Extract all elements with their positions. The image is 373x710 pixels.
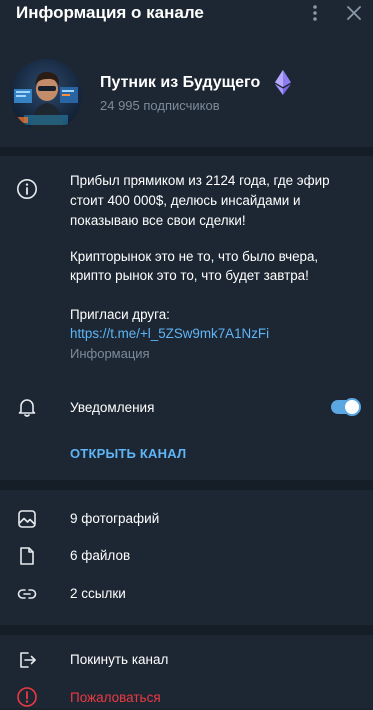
more-button[interactable] xyxy=(302,0,328,26)
report-button[interactable]: Пожаловаться xyxy=(70,689,161,707)
info-caption: Информация xyxy=(70,346,150,361)
report-icon xyxy=(17,687,37,707)
info-icon xyxy=(17,179,37,199)
description-line: крипто рынок это то, что будет завтра! xyxy=(70,268,309,283)
file-icon xyxy=(20,547,34,565)
leave-icon-wrap xyxy=(14,647,40,673)
invite-link[interactable]: https://t.me/+l_5ZSw9mk7A1NzFi xyxy=(70,324,360,344)
page-title: Информация о канале xyxy=(16,3,204,22)
invite-label: Пригласи друга: xyxy=(70,307,170,322)
description-line: Крипторынок это не то, что было вчера, xyxy=(70,249,319,264)
media-photos[interactable]: 9 фотографий xyxy=(70,510,159,528)
media-files[interactable]: 6 файлов xyxy=(70,547,130,565)
media-panel xyxy=(0,490,373,625)
photos-icon-wrap xyxy=(14,506,40,532)
leave-icon xyxy=(20,652,36,668)
description-line: показываю все свои сделки! xyxy=(70,213,246,228)
leave-channel-button[interactable]: Покинуть канал xyxy=(70,651,168,669)
link-icon xyxy=(17,589,37,599)
separator xyxy=(0,480,373,490)
channel-name: Путник из Будущего xyxy=(100,74,261,91)
separator xyxy=(0,147,373,156)
notifications-label: Уведомления xyxy=(70,400,155,415)
photo-icon xyxy=(18,510,36,528)
media-links[interactable]: 2 ссылки xyxy=(70,585,126,603)
description-line: стоит 400 000$, делюсь инсайдами и xyxy=(70,193,301,208)
close-button[interactable] xyxy=(341,0,367,26)
notifications-toggle[interactable] xyxy=(331,398,361,416)
report-icon-wrap xyxy=(14,684,40,710)
notifications-icon-wrap xyxy=(14,394,40,420)
actions-panel xyxy=(0,635,373,708)
ethereum-icon xyxy=(275,70,291,95)
open-channel-button[interactable]: ОТКРЫТЬ КАНАЛ xyxy=(70,445,186,463)
files-icon-wrap xyxy=(14,543,40,569)
subscriber-count: 24 995 подписчиков xyxy=(100,98,220,113)
avatar[interactable] xyxy=(10,59,82,131)
close-icon xyxy=(347,6,361,20)
description-line: Прибыл прямиком из 2124 года, где эфир xyxy=(70,173,330,188)
toggle-knob xyxy=(343,398,361,416)
separator xyxy=(0,625,373,635)
links-icon-wrap xyxy=(14,581,40,607)
more-vertical-icon xyxy=(313,5,317,21)
bell-icon xyxy=(18,399,36,417)
info-icon-wrap xyxy=(14,176,40,202)
